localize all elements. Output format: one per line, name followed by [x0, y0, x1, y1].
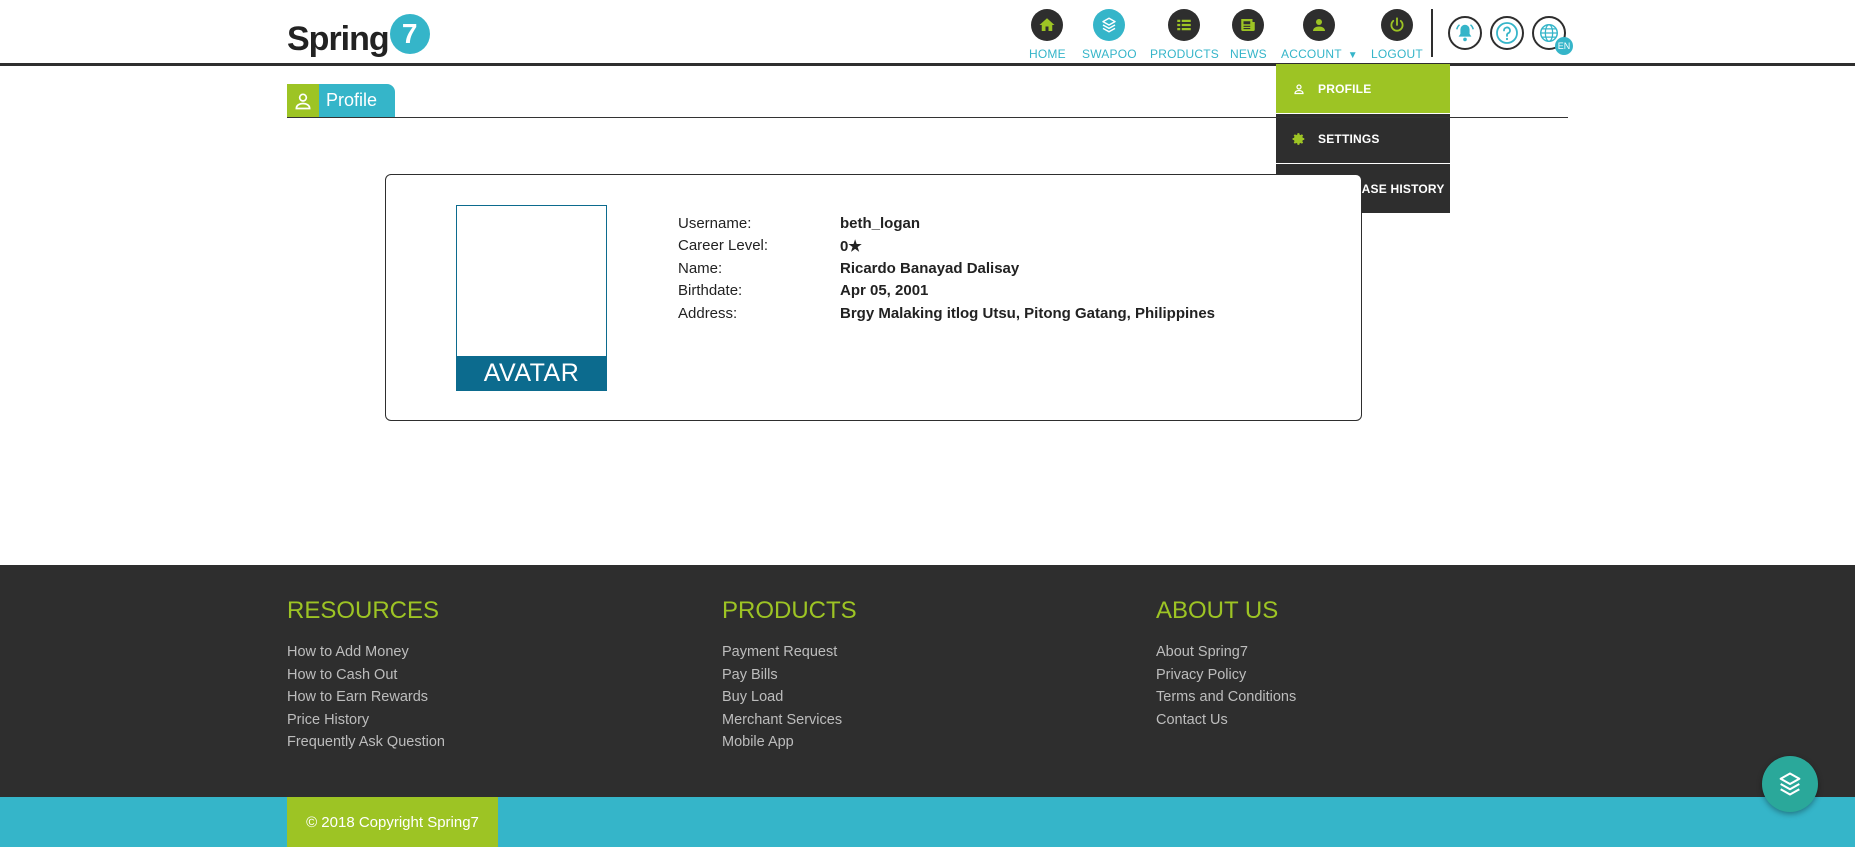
footer-heading: PRODUCTS — [722, 597, 857, 624]
footer-link[interactable]: Price History — [287, 709, 445, 732]
footer-heading: ABOUT US — [1156, 597, 1279, 624]
list-icon — [1168, 9, 1201, 41]
power-icon — [1380, 9, 1413, 41]
nav-logout-label: LOGOUT — [1371, 47, 1423, 61]
tab-underline — [287, 117, 1568, 118]
footer-link[interactable]: How to Earn Rewards — [287, 686, 445, 709]
avatar[interactable]: AVATAR — [456, 205, 607, 391]
nav-products-label: PRODUCTS — [1150, 47, 1219, 61]
detail-value: Brgy Malaking itlog Utsu, Pitong Gatang,… — [840, 304, 1216, 322]
menu-item-label: PROFILE — [1318, 81, 1372, 96]
language-badge: EN — [1555, 37, 1573, 55]
footer-column-resources: RESOURCES How to Add Money How to Cash O… — [287, 597, 445, 754]
detail-value: Apr 05, 2001 — [840, 282, 929, 300]
menu-item-label: SETTINGS — [1318, 131, 1380, 146]
nav-home[interactable]: HOME — [1029, 9, 1066, 61]
footer-link[interactable]: Privacy Policy — [1156, 664, 1296, 687]
detail-value: beth_logan — [840, 214, 921, 232]
tab-profile[interactable]: Profile — [287, 84, 396, 117]
avatar-label: AVATAR — [457, 356, 606, 390]
newspaper-icon — [1232, 9, 1265, 41]
footer-link[interactable]: Terms and Conditions — [1156, 686, 1296, 709]
detail-row-address: Address: Brgy Malaking itlog Utsu, Piton… — [678, 302, 1215, 325]
person-icon — [287, 84, 319, 117]
chevron-down-icon: ▼ — [1347, 50, 1358, 61]
footer-link[interactable]: Contact Us — [1156, 709, 1296, 732]
site-footer: RESOURCES How to Add Money How to Cash O… — [0, 565, 1855, 797]
menu-item-settings[interactable]: SETTINGS — [1276, 114, 1450, 163]
detail-label: Address: — [678, 304, 738, 322]
bell-icon — [1456, 24, 1474, 42]
logo-text: Spring — [287, 20, 390, 58]
detail-label: Birthdate: — [678, 282, 743, 300]
nav-swapoo[interactable]: SWAPOO — [1082, 9, 1137, 61]
footer-link[interactable]: Pay Bills — [722, 664, 857, 687]
copyright-text: © 2018 Copyright Spring7 — [287, 797, 498, 847]
help-button[interactable] — [1490, 16, 1524, 50]
spring7-logo[interactable]: Spring 7 — [287, 8, 430, 58]
help-icon — [1496, 22, 1518, 44]
menu-item-profile[interactable]: PROFILE — [1276, 64, 1450, 113]
detail-row-birthdate: Birthdate: Apr 05, 2001 — [678, 280, 1215, 303]
notifications-button[interactable] — [1448, 16, 1482, 50]
detail-value: 0★ — [840, 237, 862, 255]
profile-card: AVATAR Username: beth_logan Career Level… — [385, 174, 1362, 421]
person-icon — [1303, 9, 1336, 41]
tab-profile-label: Profile — [319, 84, 396, 117]
footer-link[interactable]: How to Add Money — [287, 641, 445, 664]
footer-link[interactable]: About Spring7 — [1156, 641, 1296, 664]
detail-label: Name: — [678, 259, 723, 277]
detail-row-name: Name: Ricardo Banayad Dalisay — [678, 257, 1215, 280]
home-icon — [1031, 9, 1064, 41]
footer-link[interactable]: Mobile App — [722, 731, 857, 754]
footer-column-about-us: ABOUT US About Spring7 Privacy Policy Te… — [1156, 597, 1296, 731]
footer-heading: RESOURCES — [287, 597, 440, 624]
nav-news-label: NEWS — [1230, 47, 1267, 61]
nav-news[interactable]: NEWS — [1230, 9, 1267, 61]
nav-home-label: HOME — [1029, 47, 1066, 61]
footer-column-products: PRODUCTS Payment Request Pay Bills Buy L… — [722, 597, 857, 754]
profile-details: Username: beth_logan Career Level: 0★ Na… — [678, 212, 1215, 325]
footer-link[interactable]: Merchant Services — [722, 709, 857, 732]
footer-link[interactable]: Payment Request — [722, 641, 857, 664]
nav-swapoo-label: SWAPOO — [1082, 47, 1137, 61]
swapoo-floating-button[interactable] — [1762, 756, 1818, 812]
detail-row-username: Username: beth_logan — [678, 212, 1215, 235]
nav-account-label: ACCOUNT ▼ — [1281, 47, 1358, 61]
nav-logout[interactable]: LOGOUT — [1371, 9, 1423, 61]
detail-label: Username: — [678, 214, 752, 232]
swapoo-icon — [1779, 772, 1801, 796]
detail-label: Career Level: — [678, 237, 769, 255]
nav-account[interactable]: ACCOUNT ▼ — [1281, 9, 1358, 61]
swapoo-icon — [1093, 9, 1126, 41]
top-header: Spring 7 HOME SWAPOO PRODUCTS NEWS ACCOU… — [0, 0, 1855, 66]
nav-products[interactable]: PRODUCTS — [1150, 9, 1219, 61]
detail-row-career-level: Career Level: 0★ — [678, 235, 1215, 258]
footer-link[interactable]: Buy Load — [722, 686, 857, 709]
gear-icon — [1292, 132, 1306, 146]
logo-number: 7 — [389, 14, 430, 54]
footer-link[interactable]: How to Cash Out — [287, 664, 445, 687]
header-divider — [1431, 9, 1433, 57]
footer-link[interactable]: Frequently Ask Question — [287, 731, 445, 754]
bottom-bar — [0, 797, 1855, 847]
person-icon — [1292, 82, 1306, 96]
detail-value: Ricardo Banayad Dalisay — [840, 259, 1020, 277]
